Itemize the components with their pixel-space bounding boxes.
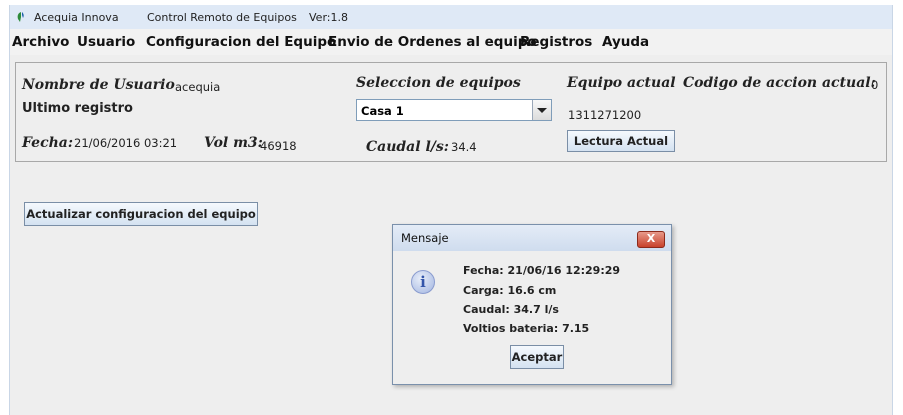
app-logo-icon (17, 12, 24, 22)
equipo-actual-label: Equipo actual (567, 75, 676, 91)
vol-value: 46918 (260, 139, 297, 153)
caudal-value: 34.4 (451, 140, 477, 154)
chevron-down-icon (537, 108, 547, 113)
fecha-value: 21/06/2016 03:21 (74, 136, 178, 150)
menu-registros[interactable]: Registros (520, 34, 592, 50)
menu-envio-ordenes[interactable]: Envio de Ordenes al equipo (328, 34, 537, 50)
seleccion-label: Seleccion de equipos (356, 75, 521, 91)
close-button[interactable]: X (637, 231, 665, 248)
message-line-fecha: Fecha: 21/06/16 12:29:29 (463, 264, 621, 277)
menu-bar: Archivo Usuario Configuracion del Equipo… (10, 29, 892, 55)
vol-label: Vol m3: (204, 135, 263, 151)
actualizar-configuracion-button[interactable]: Actualizar configuracion del equipo (24, 202, 258, 226)
message-line-caudal: Caudal: 34.7 l/s (463, 303, 559, 316)
dialog-title-bar: Mensaje X (393, 225, 671, 251)
info-icon: i (411, 270, 435, 294)
menu-ayuda[interactable]: Ayuda (602, 34, 649, 50)
usuario-label: Nombre de Usuario (22, 77, 175, 93)
status-panel: Nombre de Usuario acequia Ultimo registr… (15, 62, 887, 162)
app-version: Ver:1.8 (309, 11, 348, 24)
app-name: Acequia Innova (34, 11, 119, 24)
dialog-title: Mensaje (401, 231, 449, 245)
equipo-select[interactable]: Casa 1 (356, 99, 552, 121)
ultimo-registro-label: Ultimo registro (22, 101, 133, 116)
caudal-label: Caudal l/s: (366, 139, 449, 155)
equipo-select-value: Casa 1 (361, 104, 404, 118)
aceptar-button[interactable]: Aceptar (510, 345, 564, 369)
message-line-voltios: Voltios bateria: 7.15 (463, 322, 590, 335)
title-bar: Acequia Innova Control Remoto de Equipos… (10, 5, 892, 29)
window-subtitle: Control Remoto de Equipos (147, 11, 297, 24)
message-line-carga: Carga: 16.6 cm (463, 284, 557, 297)
equipo-actual-value: 1311271200 (568, 108, 642, 122)
dropdown-button[interactable] (532, 100, 551, 120)
lectura-actual-button[interactable]: Lectura Actual (567, 130, 675, 152)
message-dialog: Mensaje X i Fecha: 21/06/16 12:29:29 Car… (392, 224, 672, 385)
codigo-accion-label: Codigo de accion actual: (683, 75, 876, 91)
fecha-label: Fecha: (22, 135, 74, 151)
codigo-accion-value: 0 (871, 78, 879, 92)
usuario-value: acequia (175, 80, 221, 94)
menu-configuracion[interactable]: Configuracion del Equipo (146, 34, 336, 50)
menu-archivo[interactable]: Archivo (12, 34, 69, 50)
menu-usuario[interactable]: Usuario (77, 34, 135, 50)
